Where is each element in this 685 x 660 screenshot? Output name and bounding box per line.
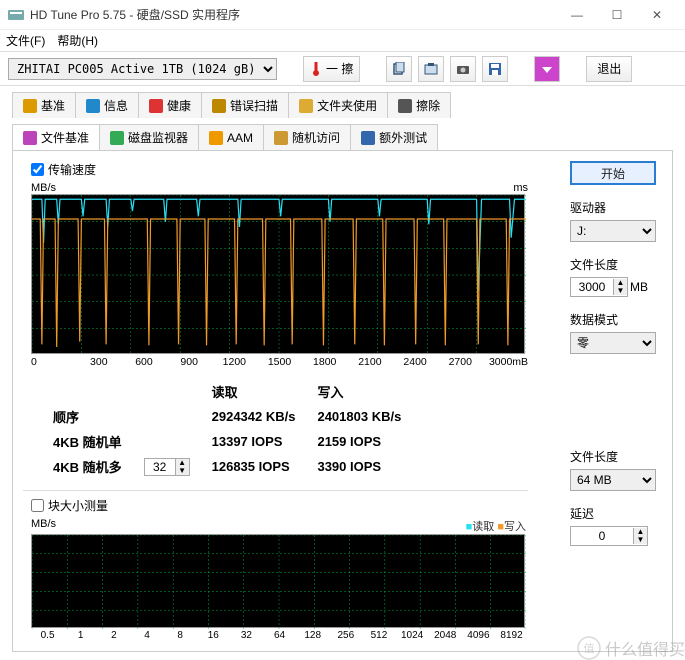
- window-title: HD Tune Pro 5.75 - 硬盘/SSD 实用程序: [30, 6, 557, 23]
- transfer-speed-checkbox[interactable]: [31, 163, 44, 176]
- transfer-chart: MB/sms 500100015002000250030001020304050…: [31, 182, 528, 368]
- copy-button[interactable]: [386, 56, 412, 82]
- block-size-chart: ■读取 ■写入 MB/s 510152025 0.512481632641282…: [31, 518, 528, 641]
- block-size-checkbox[interactable]: [31, 499, 44, 512]
- delay-stepper[interactable]: ▲▼: [570, 526, 648, 546]
- camera-button[interactable]: [450, 56, 476, 82]
- close-button[interactable]: ✕: [637, 1, 677, 29]
- aam-icon: [209, 131, 223, 145]
- tab-extra[interactable]: 额外测试: [350, 124, 438, 150]
- tab-monitor[interactable]: 磁盘监视器: [99, 124, 199, 150]
- y-axis-label-2: MB/s: [31, 518, 528, 530]
- side-controls: 开始 驱动器 J: 文件长度 ▲▼ MB 数据模式 零 文件长度 64 MB 延…: [570, 161, 662, 560]
- arrow-down-icon: [541, 63, 553, 75]
- save-icon: [488, 62, 502, 76]
- info-icon: [86, 99, 100, 113]
- thread-count-input[interactable]: [145, 460, 175, 474]
- tab-health[interactable]: 健康: [138, 92, 202, 118]
- extra-icon: [361, 131, 375, 145]
- erase-icon: [398, 99, 412, 113]
- file-length-unit: MB: [630, 280, 648, 294]
- drive-label: 驱动器: [570, 199, 662, 216]
- random4k-single-label: 4KB 随机单: [43, 430, 132, 453]
- thread-down[interactable]: ▼: [175, 467, 189, 475]
- start-button[interactable]: 开始: [570, 161, 656, 185]
- tabs-row-1: 基准信息健康错误扫描文件夹使用擦除: [0, 92, 685, 118]
- camera-icon: [456, 62, 470, 76]
- title-bar: HD Tune Pro 5.75 - 硬盘/SSD 实用程序 — ☐ ✕: [0, 0, 685, 30]
- results-table: 读取写入 顺序 2924342 KB/s 2401803 KB/s 4KB 随机…: [41, 378, 413, 480]
- delay-input[interactable]: [571, 527, 633, 545]
- block-size-label: 块大小测量: [48, 497, 108, 514]
- random4k-multi-read: 126835 IOPS: [202, 455, 306, 478]
- tab-folder[interactable]: 文件夹使用: [288, 92, 388, 118]
- transfer-speed-label: 传输速度: [48, 161, 96, 178]
- sequential-write: 2401803 KB/s: [307, 405, 411, 428]
- write-header: 写入: [307, 380, 411, 403]
- tab-aam[interactable]: AAM: [198, 124, 264, 150]
- chart-legend: ■读取 ■写入: [466, 518, 526, 534]
- file-length-label: 文件长度: [570, 256, 662, 273]
- file-length-input[interactable]: [571, 278, 613, 296]
- health-icon: [149, 99, 163, 113]
- monitor-icon: [110, 131, 124, 145]
- folder-icon: [299, 99, 313, 113]
- data-mode-label: 数据模式: [570, 311, 662, 328]
- y2-axis-label: ms: [513, 182, 528, 194]
- tab-filebench[interactable]: 文件基准: [12, 124, 100, 150]
- sequential-label: 顺序: [43, 405, 132, 428]
- exit-button[interactable]: 退出: [586, 56, 632, 82]
- svg-text:值: 值: [583, 642, 594, 655]
- random4k-multi-write: 3390 IOPS: [307, 455, 411, 478]
- copy-icon: [392, 62, 406, 76]
- sequential-read: 2924342 KB/s: [202, 405, 306, 428]
- file-length2-select[interactable]: 64 MB: [570, 469, 656, 491]
- screenshot-icon: [424, 62, 438, 76]
- tab-error[interactable]: 错误扫描: [201, 92, 289, 118]
- content-panel: 传输速度 MB/sms 5001000150020002500300010203…: [12, 150, 673, 652]
- data-mode-select[interactable]: 零: [570, 332, 656, 354]
- down-button[interactable]: [534, 56, 560, 82]
- save-button[interactable]: [482, 56, 508, 82]
- toolbar: ZHITAI PC005 Active 1TB (1024 gB) 一 擦 退出: [0, 52, 685, 86]
- y-axis-label: MB/s: [31, 182, 56, 194]
- tab-random[interactable]: 随机访问: [263, 124, 351, 150]
- benchmark-icon: [23, 99, 37, 113]
- thread-count-stepper[interactable]: ▲▼: [144, 458, 190, 476]
- error-icon: [212, 99, 226, 113]
- tabs-row-2: 文件基准磁盘监视器AAM随机访问额外测试: [0, 124, 685, 150]
- temperature-button[interactable]: 一 擦: [303, 56, 360, 82]
- random4k-multi-label: 4KB 随机多: [43, 455, 132, 478]
- menu-help[interactable]: 帮助(H): [57, 32, 98, 49]
- drive-select[interactable]: J:: [570, 220, 656, 242]
- random4k-single-read: 13397 IOPS: [202, 430, 306, 453]
- tab-info[interactable]: 信息: [75, 92, 139, 118]
- tab-benchmark[interactable]: 基准: [12, 92, 76, 118]
- read-header: 读取: [202, 380, 306, 403]
- menu-file[interactable]: 文件(F): [6, 32, 45, 49]
- watermark: 值 什么值得买: [577, 636, 685, 660]
- app-icon: [8, 7, 24, 23]
- menu-bar: 文件(F) 帮助(H): [0, 30, 685, 52]
- file-length2-label: 文件长度: [570, 448, 662, 465]
- random4k-single-write: 2159 IOPS: [307, 430, 411, 453]
- filebench-icon: [23, 131, 37, 145]
- screenshot-button[interactable]: [418, 56, 444, 82]
- thermometer-icon: [310, 61, 322, 77]
- file-length-stepper[interactable]: ▲▼: [570, 277, 628, 297]
- tab-erase[interactable]: 擦除: [387, 92, 451, 118]
- device-select[interactable]: ZHITAI PC005 Active 1TB (1024 gB): [8, 58, 277, 80]
- delay-label: 延迟: [570, 505, 662, 522]
- maximize-button[interactable]: ☐: [597, 1, 637, 29]
- minimize-button[interactable]: —: [557, 1, 597, 29]
- random-icon: [274, 131, 288, 145]
